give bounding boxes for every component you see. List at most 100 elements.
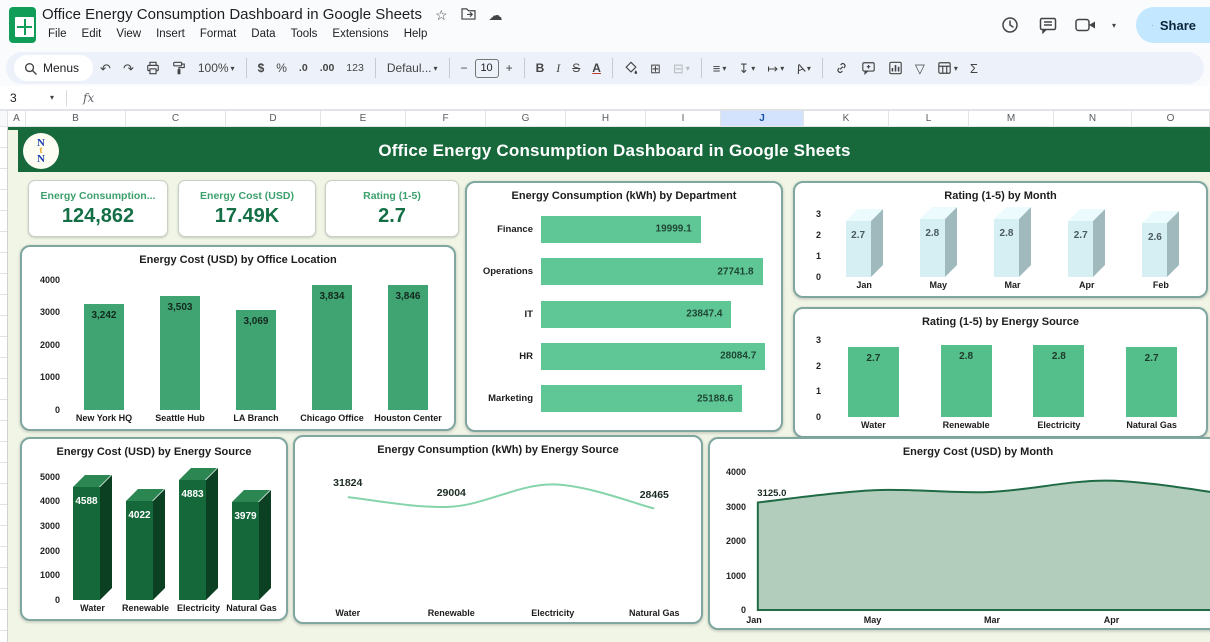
row-header[interactable] (0, 631, 7, 642)
column-header-C[interactable]: C (126, 110, 226, 127)
menu-format[interactable]: Format (194, 26, 242, 42)
chart-rating-by-month[interactable]: Rating (1-5) by Month32102.72.82.82.72.6… (793, 181, 1208, 298)
vertical-align-button[interactable]: ↧ ▾ (733, 55, 760, 81)
column-header-D[interactable]: D (226, 110, 321, 127)
row-header[interactable] (0, 169, 7, 190)
row-header[interactable] (0, 400, 7, 421)
column-header-O[interactable]: O (1132, 110, 1210, 127)
chart-consumption-by-energy-source[interactable]: Energy Consumption (kWh) by Energy Sourc… (293, 435, 703, 624)
version-history-icon[interactable] (998, 13, 1022, 37)
row-header[interactable] (0, 295, 7, 316)
menu-edit[interactable]: Edit (76, 26, 108, 42)
column-header-K[interactable]: K (804, 110, 889, 127)
row-header[interactable] (0, 589, 7, 610)
print-button[interactable] (141, 55, 165, 81)
comments-icon[interactable] (1036, 13, 1060, 37)
column-header-E[interactable]: E (321, 110, 406, 127)
more-formats-button[interactable]: 123 (341, 55, 369, 81)
kpi-card-rating[interactable]: Rating (1-5) 2.7 (325, 180, 459, 237)
star-icon[interactable]: ☆ (435, 8, 448, 22)
fill-color-button[interactable] (619, 55, 643, 81)
row-header[interactable] (0, 463, 7, 484)
column-header-H[interactable]: H (566, 110, 646, 127)
decrease-decimal-button[interactable]: .0 (294, 55, 313, 81)
kpi-card-energy-cost[interactable]: Energy Cost (USD) 17.49K (178, 180, 316, 237)
row-header[interactable] (0, 526, 7, 547)
insert-link-button[interactable] (829, 55, 854, 81)
menu-file[interactable]: File (42, 26, 73, 42)
row-header[interactable] (0, 547, 7, 568)
increase-decimal-button[interactable]: .00 (315, 55, 340, 81)
select-all-corner[interactable] (0, 110, 8, 127)
table-views-button[interactable]: ▾ (932, 55, 963, 81)
row-header[interactable] (0, 274, 7, 295)
row-header[interactable] (0, 505, 7, 526)
increase-font-size-button[interactable]: + (501, 55, 518, 81)
row-headers[interactable] (0, 127, 8, 642)
column-header-I[interactable]: I (646, 110, 721, 127)
search-menus-button[interactable]: Menus (14, 55, 93, 81)
column-header-N[interactable]: N (1054, 110, 1132, 127)
column-header-G[interactable]: G (486, 110, 566, 127)
chart-cost-by-office-location[interactable]: Energy Cost (USD) by Office Location4000… (20, 245, 456, 431)
chart-cost-by-month[interactable]: Energy Cost (USD) by Month40003000200010… (708, 437, 1210, 630)
spreadsheet-canvas[interactable]: N t N Office Energy Consumption Dashboar… (0, 127, 1210, 642)
text-rotation-button[interactable]: A ▾ (791, 55, 816, 81)
italic-button[interactable]: I (551, 55, 565, 81)
font-select[interactable]: Defaul... ▾ (382, 55, 443, 81)
move-folder-icon[interactable] (461, 7, 476, 22)
row-header[interactable] (0, 484, 7, 505)
chart-consumption-by-department[interactable]: Energy Consumption (kWh) by DepartmentFi… (465, 181, 783, 432)
row-header[interactable] (0, 253, 7, 274)
row-header[interactable] (0, 421, 7, 442)
row-header[interactable] (0, 211, 7, 232)
merge-cells-button[interactable]: ⊟ ▾ (668, 55, 695, 81)
row-header[interactable] (0, 568, 7, 589)
menu-insert[interactable]: Insert (150, 26, 191, 42)
menu-tools[interactable]: Tools (285, 26, 324, 42)
text-wrap-button[interactable]: ↦ ▾ (762, 55, 789, 81)
borders-button[interactable]: ⊞ (645, 55, 666, 81)
row-header[interactable] (0, 379, 7, 400)
row-header[interactable] (0, 190, 7, 211)
bold-button[interactable]: B (531, 55, 550, 81)
row-header[interactable] (0, 442, 7, 463)
row-header[interactable] (0, 610, 7, 631)
paint-format-button[interactable] (167, 55, 191, 81)
text-color-button[interactable]: A (587, 55, 606, 81)
video-call-dropdown-icon[interactable]: ▾ (1112, 21, 1116, 30)
functions-button[interactable]: Σ (965, 55, 983, 81)
decrease-font-size-button[interactable]: − (456, 55, 473, 81)
undo-button[interactable]: ↶ (95, 55, 116, 81)
zoom-select[interactable]: 100% ▾ (193, 55, 240, 81)
redo-button[interactable]: ↷ (118, 55, 139, 81)
chart-cost-by-energy-source[interactable]: Energy Cost (USD) by Energy Source500040… (20, 437, 288, 621)
google-sheets-logo-icon[interactable] (9, 7, 36, 43)
insert-comment-button[interactable] (856, 55, 881, 81)
formula-input[interactable] (104, 86, 1210, 109)
row-header[interactable] (0, 337, 7, 358)
row-header[interactable] (0, 148, 7, 169)
column-header-B[interactable]: B (26, 110, 126, 127)
chart-rating-by-energy-source[interactable]: Rating (1-5) by Energy Source32102.72.82… (793, 307, 1208, 438)
row-header[interactable] (0, 232, 7, 253)
menu-view[interactable]: View (110, 26, 147, 42)
column-header-F[interactable]: F (406, 110, 486, 127)
create-filter-button[interactable]: ▽ (910, 55, 930, 81)
column-header-M[interactable]: M (969, 110, 1054, 127)
menu-extensions[interactable]: Extensions (326, 26, 394, 42)
row-header[interactable] (0, 316, 7, 337)
kpi-card-energy-consumption[interactable]: Energy Consumption... 124,862 (28, 180, 168, 237)
column-header-L[interactable]: L (889, 110, 969, 127)
video-call-icon[interactable] (1074, 13, 1098, 37)
menu-data[interactable]: Data (245, 26, 281, 42)
column-header-J[interactable]: J (721, 110, 804, 127)
share-button[interactable]: Share (1136, 7, 1210, 43)
strikethrough-button[interactable]: S (567, 55, 585, 81)
cloud-status-icon[interactable]: ☁ (489, 8, 503, 22)
format-percent-button[interactable]: % (271, 55, 292, 81)
row-header[interactable] (0, 127, 7, 148)
insert-chart-button[interactable] (883, 55, 908, 81)
name-box[interactable]: 3 ▾ (0, 91, 60, 105)
font-size-input[interactable]: 10 (475, 59, 499, 78)
